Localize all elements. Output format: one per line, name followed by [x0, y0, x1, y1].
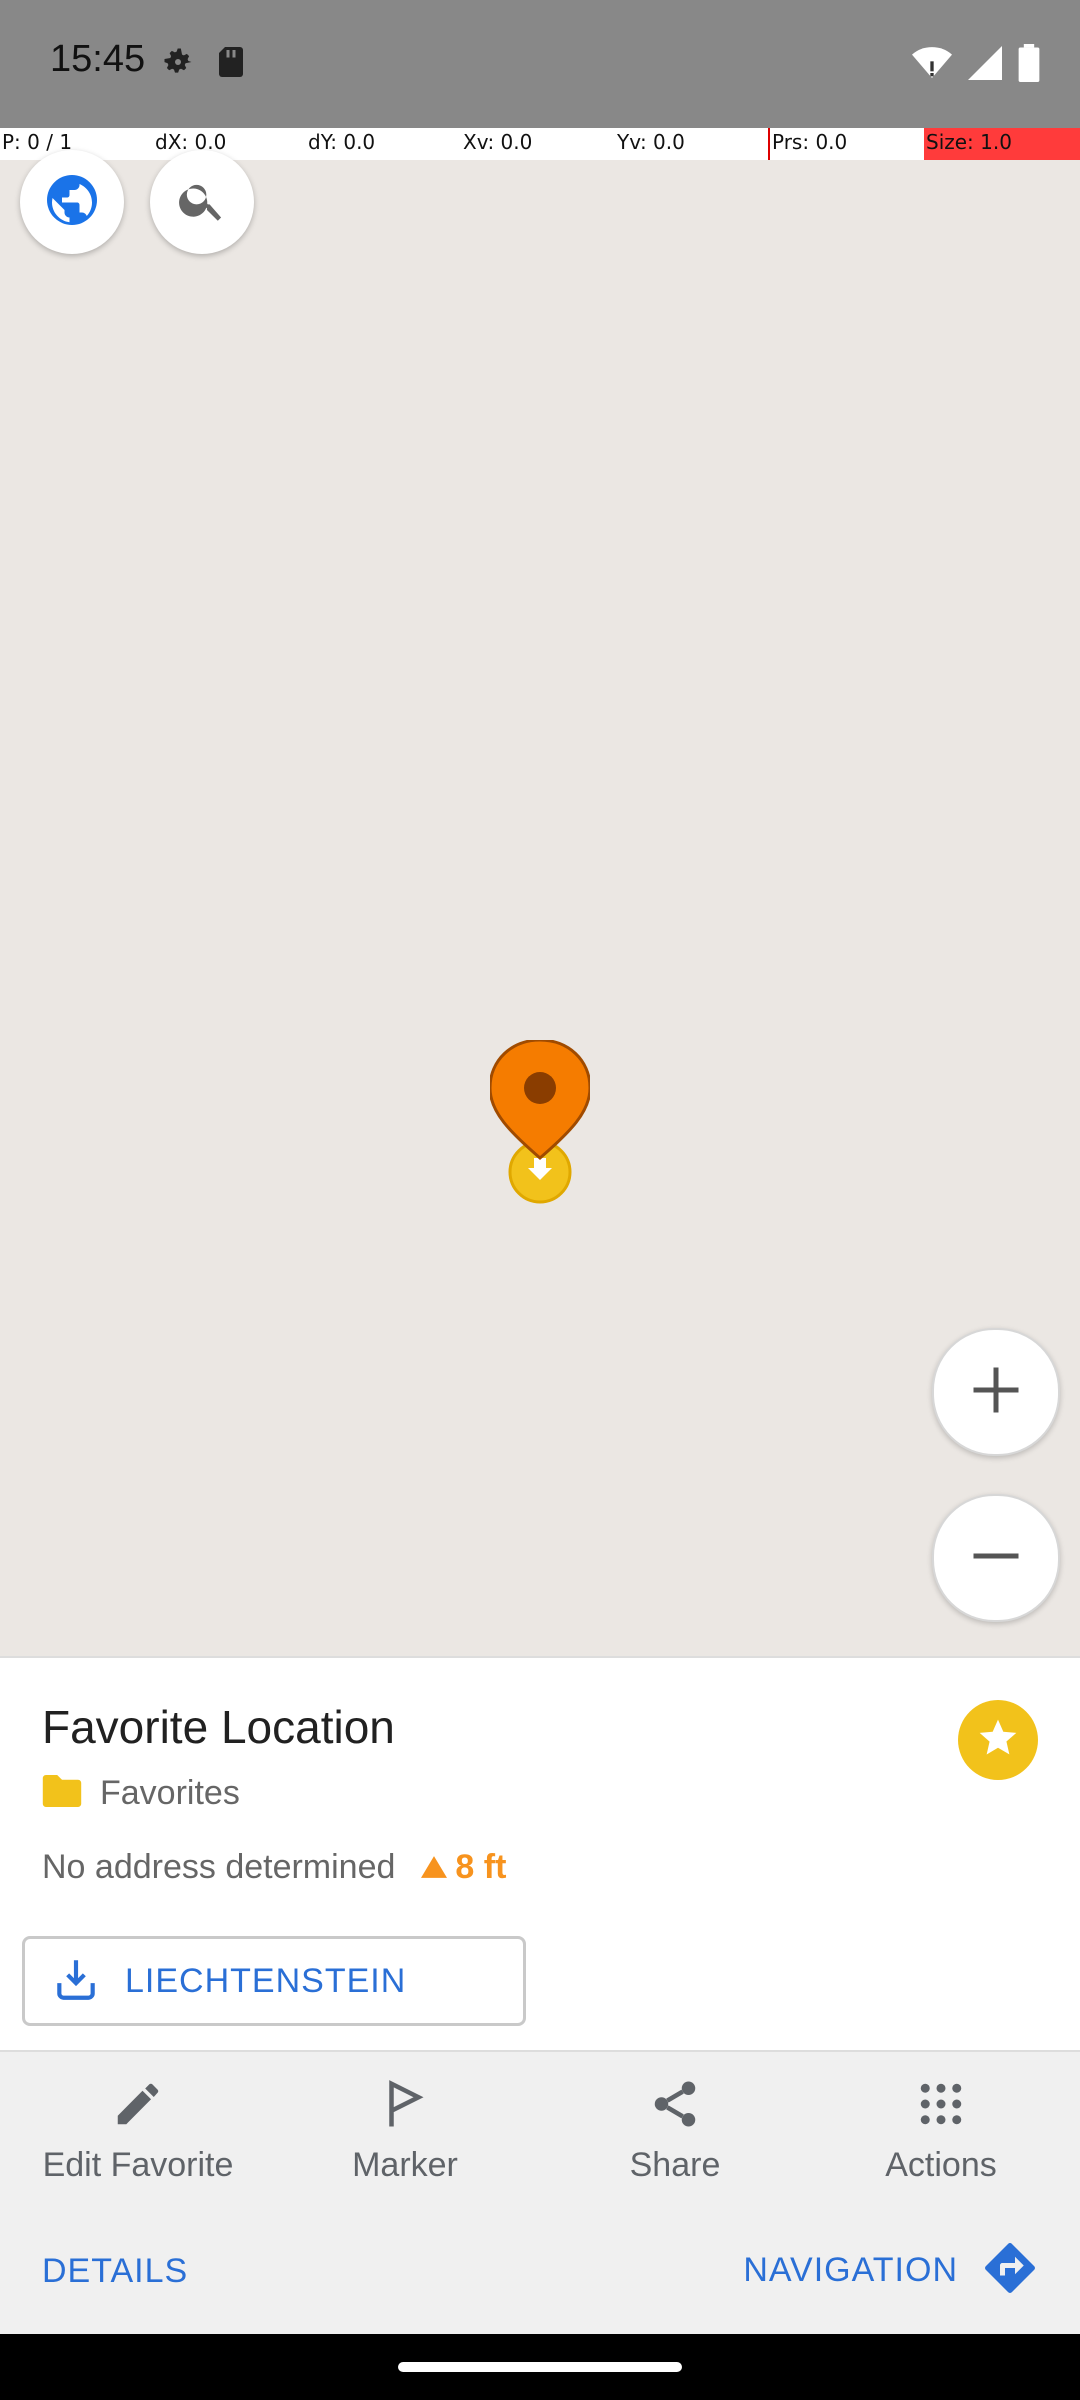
- edit-favorite-label: Edit Favorite: [42, 2146, 234, 2184]
- map-layers-button[interactable]: [20, 150, 124, 254]
- wifi-icon: [912, 46, 952, 85]
- actions-label: Actions: [885, 2146, 997, 2184]
- plus-icon: [966, 1360, 1026, 1425]
- share-icon: [648, 2077, 702, 2136]
- edit-favorite-button[interactable]: Edit Favorite: [3, 2052, 273, 2210]
- favorite-info-panel: Favorite Location Favorites No address d…: [0, 1656, 1080, 2052]
- pointer-debug-bar: P: 0 / 1 dX: 0.0 dY: 0.0 Xv: 0.0 Yv: 0.0…: [0, 128, 1080, 160]
- download-map-button[interactable]: LIECHTENSTEIN: [22, 1936, 526, 2026]
- star-icon: [976, 1716, 1020, 1765]
- actions-menu-button[interactable]: Actions: [806, 2052, 1076, 2210]
- minus-icon: [966, 1526, 1026, 1591]
- pencil-icon: [111, 2077, 165, 2136]
- share-button[interactable]: Share: [540, 2052, 810, 2210]
- debug-size: Size: 1.0: [926, 130, 1012, 154]
- zoom-out-button[interactable]: [932, 1494, 1060, 1622]
- actions-bar: Edit Favorite Marker Share Actions: [0, 2050, 1080, 2212]
- marker-label: Marker: [352, 2146, 458, 2184]
- cellular-signal-icon: [968, 46, 1002, 85]
- share-label: Share: [629, 2146, 721, 2184]
- details-button[interactable]: DETAILS: [42, 2252, 188, 2291]
- zoom-in-button[interactable]: [932, 1328, 1060, 1456]
- folder-row: Favorites: [42, 1774, 240, 1813]
- elevation-triangle-icon: [421, 1848, 448, 1887]
- home-gesture-handle[interactable]: [398, 2362, 682, 2372]
- elevation-value: 8 ft: [455, 1848, 507, 1886]
- folder-label: Favorites: [100, 1774, 240, 1812]
- directions-icon: [980, 2238, 1040, 2303]
- download-map-label: LIECHTENSTEIN: [125, 1961, 407, 2000]
- battery-icon: [1018, 44, 1040, 87]
- address-row: No address determined 8 ft: [42, 1848, 506, 1887]
- favorite-star-button[interactable]: [958, 1700, 1038, 1780]
- system-navigation-bar: [0, 2334, 1080, 2400]
- status-time: 15:45: [50, 38, 146, 80]
- elevation: 8 ft: [421, 1848, 506, 1887]
- debug-xv: Xv: 0.0: [463, 130, 533, 154]
- status-icons-left: [160, 44, 246, 85]
- download-icon: [51, 1954, 101, 2009]
- navigation-button[interactable]: NAVIGATION: [743, 2238, 1040, 2303]
- location-pin[interactable]: [488, 1038, 592, 1215]
- map-search-button[interactable]: [150, 150, 254, 254]
- search-icon: [176, 174, 228, 231]
- debug-yv: Yv: 0.0: [617, 130, 685, 154]
- status-icons-right: [912, 44, 1040, 87]
- grid-dots-icon: [914, 2077, 968, 2136]
- navigation-label: NAVIGATION: [743, 2251, 958, 2289]
- folder-icon: [42, 1775, 82, 1812]
- debug-pressure: Prs: 0.0: [772, 130, 848, 154]
- globe-icon: [42, 170, 102, 235]
- flag-icon: [378, 2077, 432, 2136]
- bottom-bar: DETAILS NAVIGATION: [0, 2208, 1080, 2334]
- marker-button[interactable]: Marker: [270, 2052, 540, 2210]
- map-view[interactable]: [0, 150, 1080, 1656]
- status-bar: 15:45: [0, 0, 1080, 128]
- debug-dy: dY: 0.0: [308, 130, 376, 154]
- debug-divider: [768, 128, 770, 160]
- settings-gear-icon: [160, 44, 196, 85]
- sd-card-icon: [216, 44, 246, 85]
- address-text: No address determined: [42, 1848, 396, 1886]
- favorite-title: Favorite Location: [42, 1701, 395, 1753]
